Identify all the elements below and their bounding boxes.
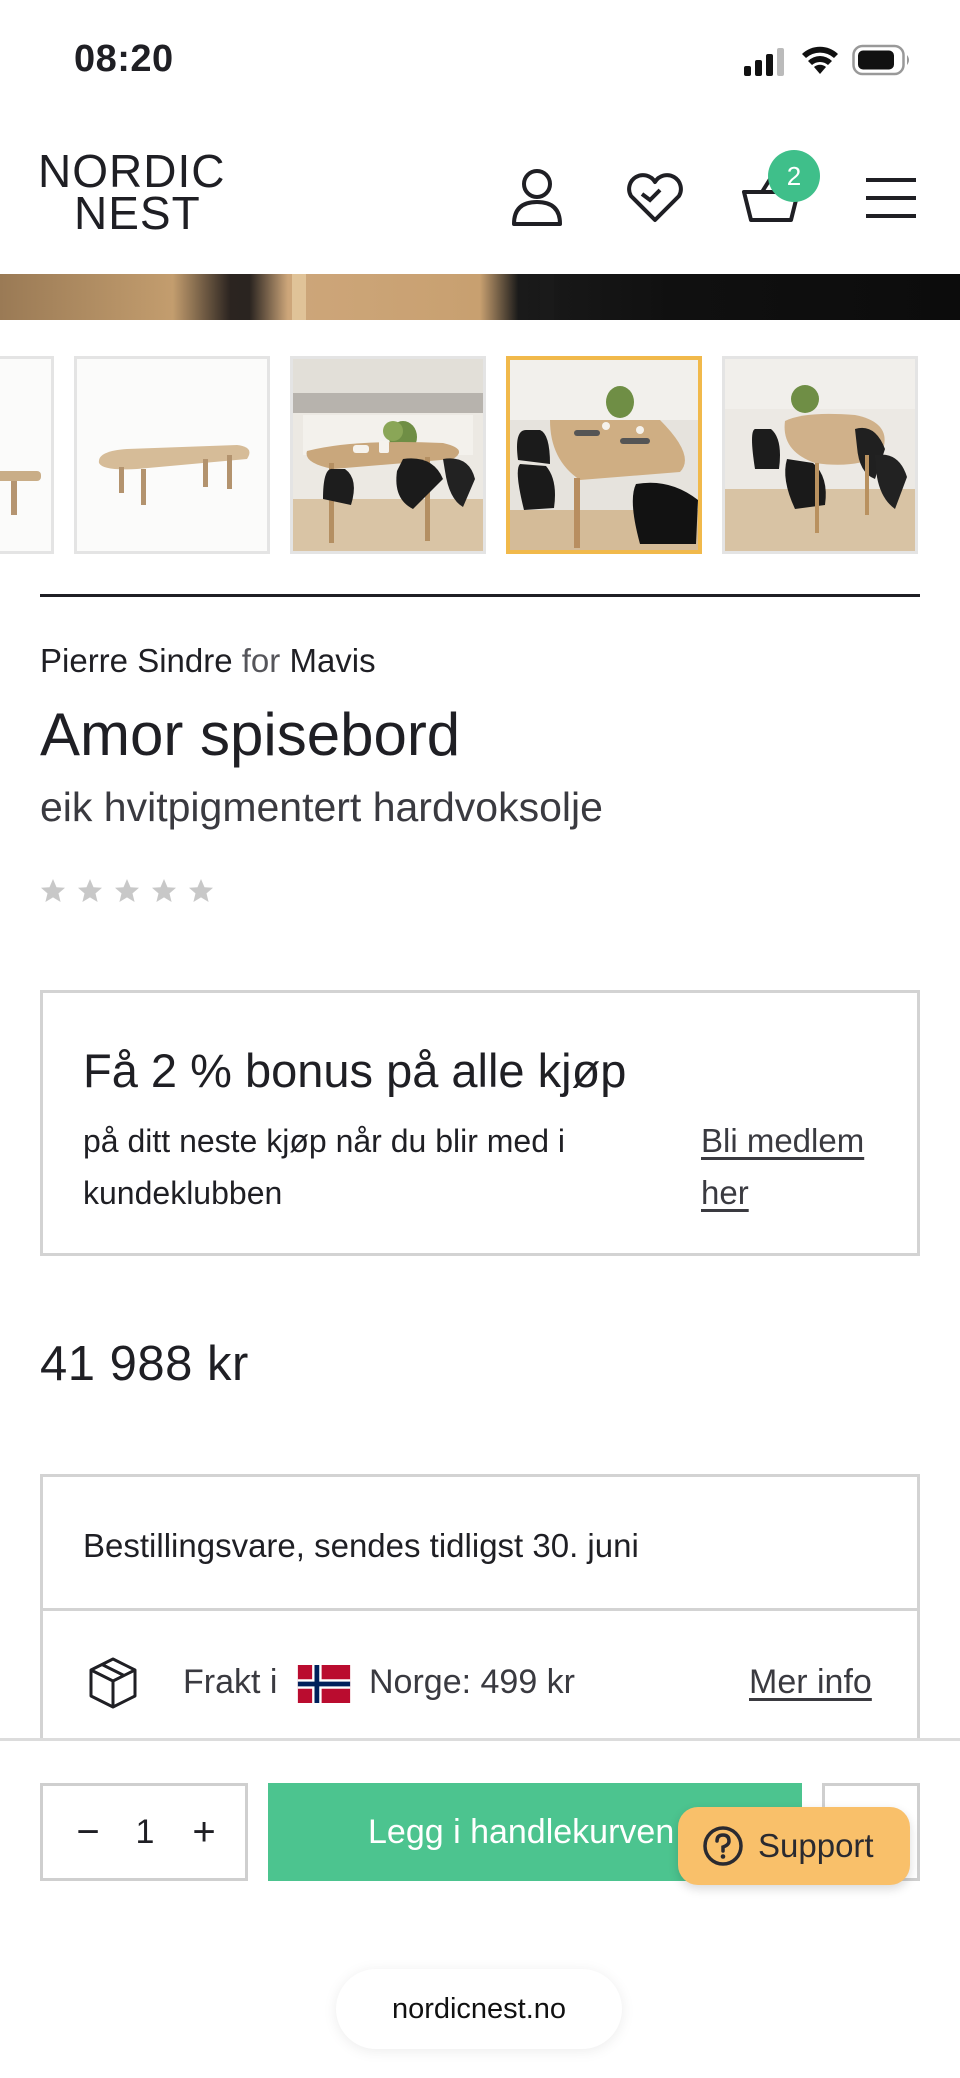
star-icon	[189, 879, 213, 902]
bonus-description: på ditt neste kjøp når du blir med i kun…	[83, 1123, 566, 1211]
for-text: for	[241, 642, 281, 679]
delivery-status-rest: , sendes tidligst 30. juni	[295, 1527, 639, 1564]
thumbnail-table-angled-view[interactable]	[74, 356, 270, 554]
designer-link[interactable]: Pierre Sindre	[40, 642, 233, 679]
rating-stars[interactable]	[40, 878, 214, 904]
join-club-link[interactable]: Bli medlem her	[701, 1115, 891, 1219]
heart-icon[interactable]	[620, 162, 690, 232]
brand-link[interactable]: Mavis	[289, 642, 375, 679]
browser-url-bar[interactable]: nordicnest.no	[336, 1969, 622, 2049]
status-bar: 08:20	[0, 0, 960, 120]
section-divider	[40, 594, 920, 597]
delivery-status: Bestillingsvare, sendes tidligst 30. jun…	[83, 1527, 639, 1565]
support-button[interactable]: Support	[678, 1807, 910, 1885]
thumbnail-dining-room-scene[interactable]	[722, 356, 918, 554]
support-label: Support	[758, 1827, 874, 1864]
thumbnail-table-side-view[interactable]	[0, 356, 54, 554]
quantity-value[interactable]: 1	[113, 1786, 177, 1878]
package-icon	[89, 1657, 137, 1709]
star-icon	[78, 879, 102, 902]
designer-brand-line: Pierre Sindre for Mavis	[40, 642, 376, 680]
purchase-bar: − 1 + Legg i handlekurven Support nordic…	[0, 1738, 960, 2078]
product-title: Amor spisebord	[40, 701, 461, 768]
star-icon	[115, 879, 139, 902]
battery-icon	[852, 44, 909, 76]
product-price: 41 988 kr	[40, 1337, 249, 1391]
help-icon	[703, 1826, 743, 1866]
bonus-title: Få 2 % bonus på alle kjøp	[83, 1044, 627, 1097]
delivery-status-strong: Bestillingsvare	[83, 1527, 296, 1564]
star-icon	[152, 879, 176, 902]
wifi-icon	[802, 46, 838, 74]
bonus-promo-box: Få 2 % bonus på alle kjøp på ditt neste …	[40, 990, 920, 1256]
delivery-info-box: Bestillingsvare, sendes tidligst 30. jun…	[40, 1474, 920, 1746]
cart-count-badge: 2	[768, 150, 820, 202]
norway-flag-icon	[297, 1665, 351, 1703]
thumbnail-kitchen-scene[interactable]	[290, 356, 486, 554]
decrease-quantity-button[interactable]: −	[61, 1786, 115, 1878]
delivery-separator	[43, 1608, 917, 1611]
product-main-image[interactable]	[0, 274, 960, 320]
menu-icon[interactable]	[854, 162, 924, 232]
thumbnail-dining-scene[interactable]	[506, 356, 702, 554]
thumbnail-gallery	[0, 356, 960, 556]
shipping-country-price: Norge: 499 kr	[369, 1663, 575, 1701]
product-variant: eik hvitpigmentert hardvoksolje	[40, 784, 603, 830]
quantity-stepper: − 1 +	[40, 1783, 248, 1881]
cellular-signal-icon	[744, 48, 784, 76]
increase-quantity-button[interactable]: +	[177, 1786, 231, 1878]
more-info-link[interactable]: Mer info	[749, 1663, 872, 1702]
star-icon	[41, 879, 65, 902]
site-header: NORDIC NEST 2	[0, 120, 960, 274]
user-icon[interactable]	[502, 162, 572, 232]
nordic-nest-logo[interactable]: NORDIC NEST	[38, 148, 238, 246]
status-time: 08:20	[74, 38, 174, 80]
shipping-label: Frakt i	[183, 1663, 278, 1701]
